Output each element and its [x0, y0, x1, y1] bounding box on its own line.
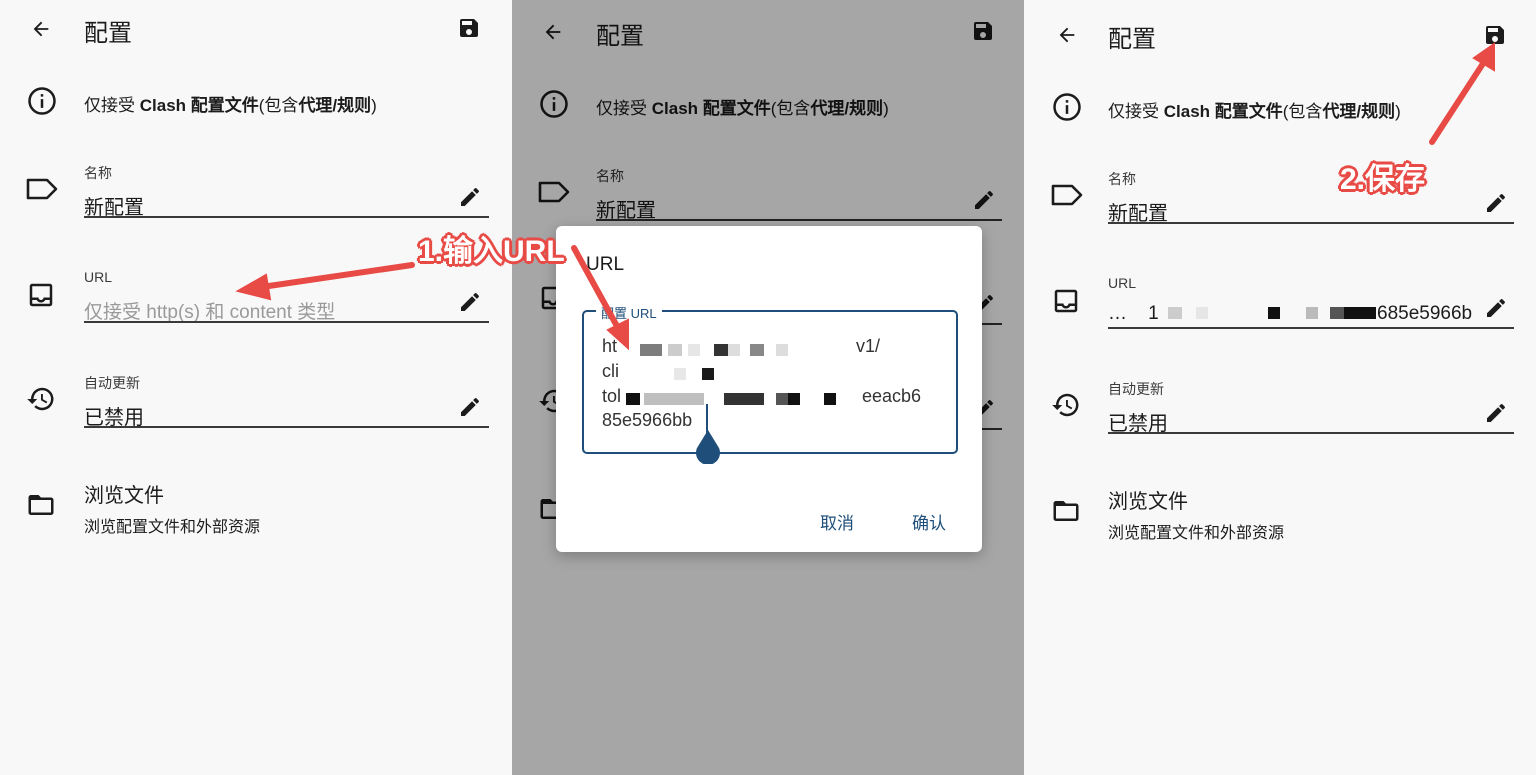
arrow-to-save — [1429, 59, 1487, 145]
annotation-step1: 1.输入URL — [418, 235, 565, 268]
arrow-to-url-field — [259, 262, 415, 290]
annotation-arrows — [235, 42, 1495, 351]
arrow-to-dialog-field — [571, 245, 621, 331]
annotation-step2: 2.保存 — [1340, 163, 1426, 196]
